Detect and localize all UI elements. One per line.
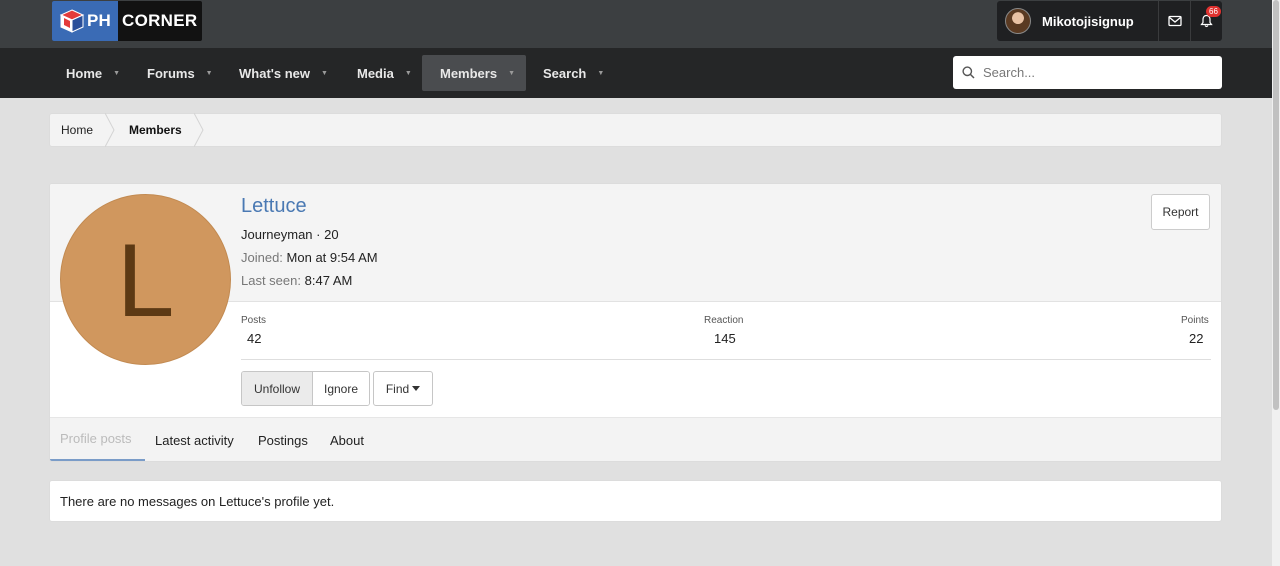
avatar-initial: L <box>116 222 175 339</box>
chevron-down-icon[interactable]: ▼ <box>321 70 328 77</box>
find-button[interactable]: Find <box>373 371 433 406</box>
logo-cube-icon <box>59 9 85 33</box>
tab-postings[interactable]: Postings <box>258 418 308 461</box>
profile-avatar[interactable]: L <box>60 194 231 365</box>
logo-text-corner: CORNER <box>122 11 198 30</box>
breadcrumb-home[interactable]: Home <box>50 113 105 147</box>
scrollbar-thumb[interactable] <box>1273 0 1279 410</box>
profile-user-title: Journeyman · 20 <box>241 227 339 242</box>
logo-text-ph: PH <box>87 11 112 30</box>
tab-profile-posts[interactable]: Profile posts <box>50 418 145 461</box>
profile-posts-empty: There are no messages on Lettuce's profi… <box>49 480 1222 522</box>
profile-name[interactable]: Lettuce <box>241 195 307 218</box>
nav-item-label: What's new <box>239 65 310 81</box>
user-area: Mikotojisignup 66 <box>997 1 1222 41</box>
user-avatar[interactable] <box>1005 8 1031 34</box>
nav-item-label: Media <box>357 65 394 81</box>
search-input[interactable] <box>983 65 1203 80</box>
stats-divider <box>241 359 1211 360</box>
nav-item-forums[interactable]: Forums ▼ <box>133 55 225 91</box>
points-label: Points <box>1181 315 1209 326</box>
ignore-button[interactable]: Ignore <box>313 372 369 405</box>
breadcrumb-separator-icon <box>105 113 115 147</box>
search-icon <box>962 66 975 79</box>
follow-ignore-group: Unfollow Ignore <box>241 371 370 406</box>
nav-item-label: Forums <box>147 65 195 81</box>
report-button[interactable]: Report <box>1151 194 1210 230</box>
nav-item-label: Home <box>66 65 103 81</box>
points-value[interactable]: 22 <box>1189 331 1203 346</box>
profile-joined: Joined: Mon at 9:54 AM <box>241 250 378 265</box>
nav-item-members[interactable]: Members ▼ <box>422 55 526 91</box>
nav-item-label: Members <box>440 65 498 81</box>
chevron-down-icon[interactable]: ▼ <box>206 70 213 77</box>
alerts-button[interactable]: 66 <box>1191 1 1222 41</box>
main-nav: Home ▼ Forums ▼ What's new ▼ Media ▼ Members… <box>0 48 1280 98</box>
last-seen-value: 8:47 AM <box>304 273 353 288</box>
top-header: PH CORNER Mikotojisignup 66 <box>0 0 1280 48</box>
last-seen-label: Last seen: <box>241 273 301 288</box>
search-box[interactable] <box>953 56 1222 89</box>
nav-item-home[interactable]: Home ▼ <box>52 55 134 91</box>
site-logo[interactable]: PH CORNER <box>52 1 202 41</box>
profile-card: L Lettuce Journeyman · 20 Joined: Mon at… <box>49 183 1222 462</box>
notification-badge: 66 <box>1206 6 1221 17</box>
reaction-value[interactable]: 145 <box>714 331 736 346</box>
breadcrumb-separator-icon <box>193 113 204 147</box>
page-scrollbar[interactable] <box>1272 0 1280 566</box>
breadcrumb: Home Members <box>49 113 1222 147</box>
unfollow-button[interactable]: Unfollow <box>242 372 313 405</box>
nav-item-search[interactable]: Search ▼ <box>529 55 619 91</box>
envelope-icon <box>1167 15 1182 27</box>
chevron-down-icon[interactable]: ▼ <box>113 70 120 77</box>
chevron-down-icon[interactable]: ▼ <box>405 70 412 77</box>
caret-down-icon <box>412 386 421 391</box>
inbox-button[interactable] <box>1159 1 1190 41</box>
nav-item-whats-new[interactable]: What's new ▼ <box>225 55 343 91</box>
tab-latest-activity[interactable]: Latest activity <box>155 418 234 461</box>
breadcrumb-label: Home <box>61 123 94 137</box>
posts-value[interactable]: 42 <box>247 331 261 346</box>
breadcrumb-label: Members <box>129 123 182 137</box>
find-label: Find <box>385 381 410 396</box>
joined-label: Joined: <box>241 250 283 265</box>
reaction-label: Reaction <box>704 315 744 326</box>
joined-value: Mon at 9:54 AM <box>286 250 378 265</box>
nav-item-media[interactable]: Media ▼ <box>343 55 425 91</box>
tab-about[interactable]: About <box>330 418 364 461</box>
breadcrumb-members[interactable]: Members <box>115 113 194 147</box>
nav-item-label: Search <box>543 65 587 81</box>
profile-last-seen: Last seen: 8:47 AM <box>241 273 352 288</box>
chevron-down-icon[interactable]: ▼ <box>597 70 604 77</box>
username-link[interactable]: Mikotojisignup <box>1042 14 1134 29</box>
chevron-down-icon[interactable]: ▼ <box>508 70 515 77</box>
logo-left: PH <box>52 1 118 41</box>
posts-label: Posts <box>241 315 267 326</box>
profile-tabs: Profile posts Latest activity Postings A… <box>50 417 1221 461</box>
